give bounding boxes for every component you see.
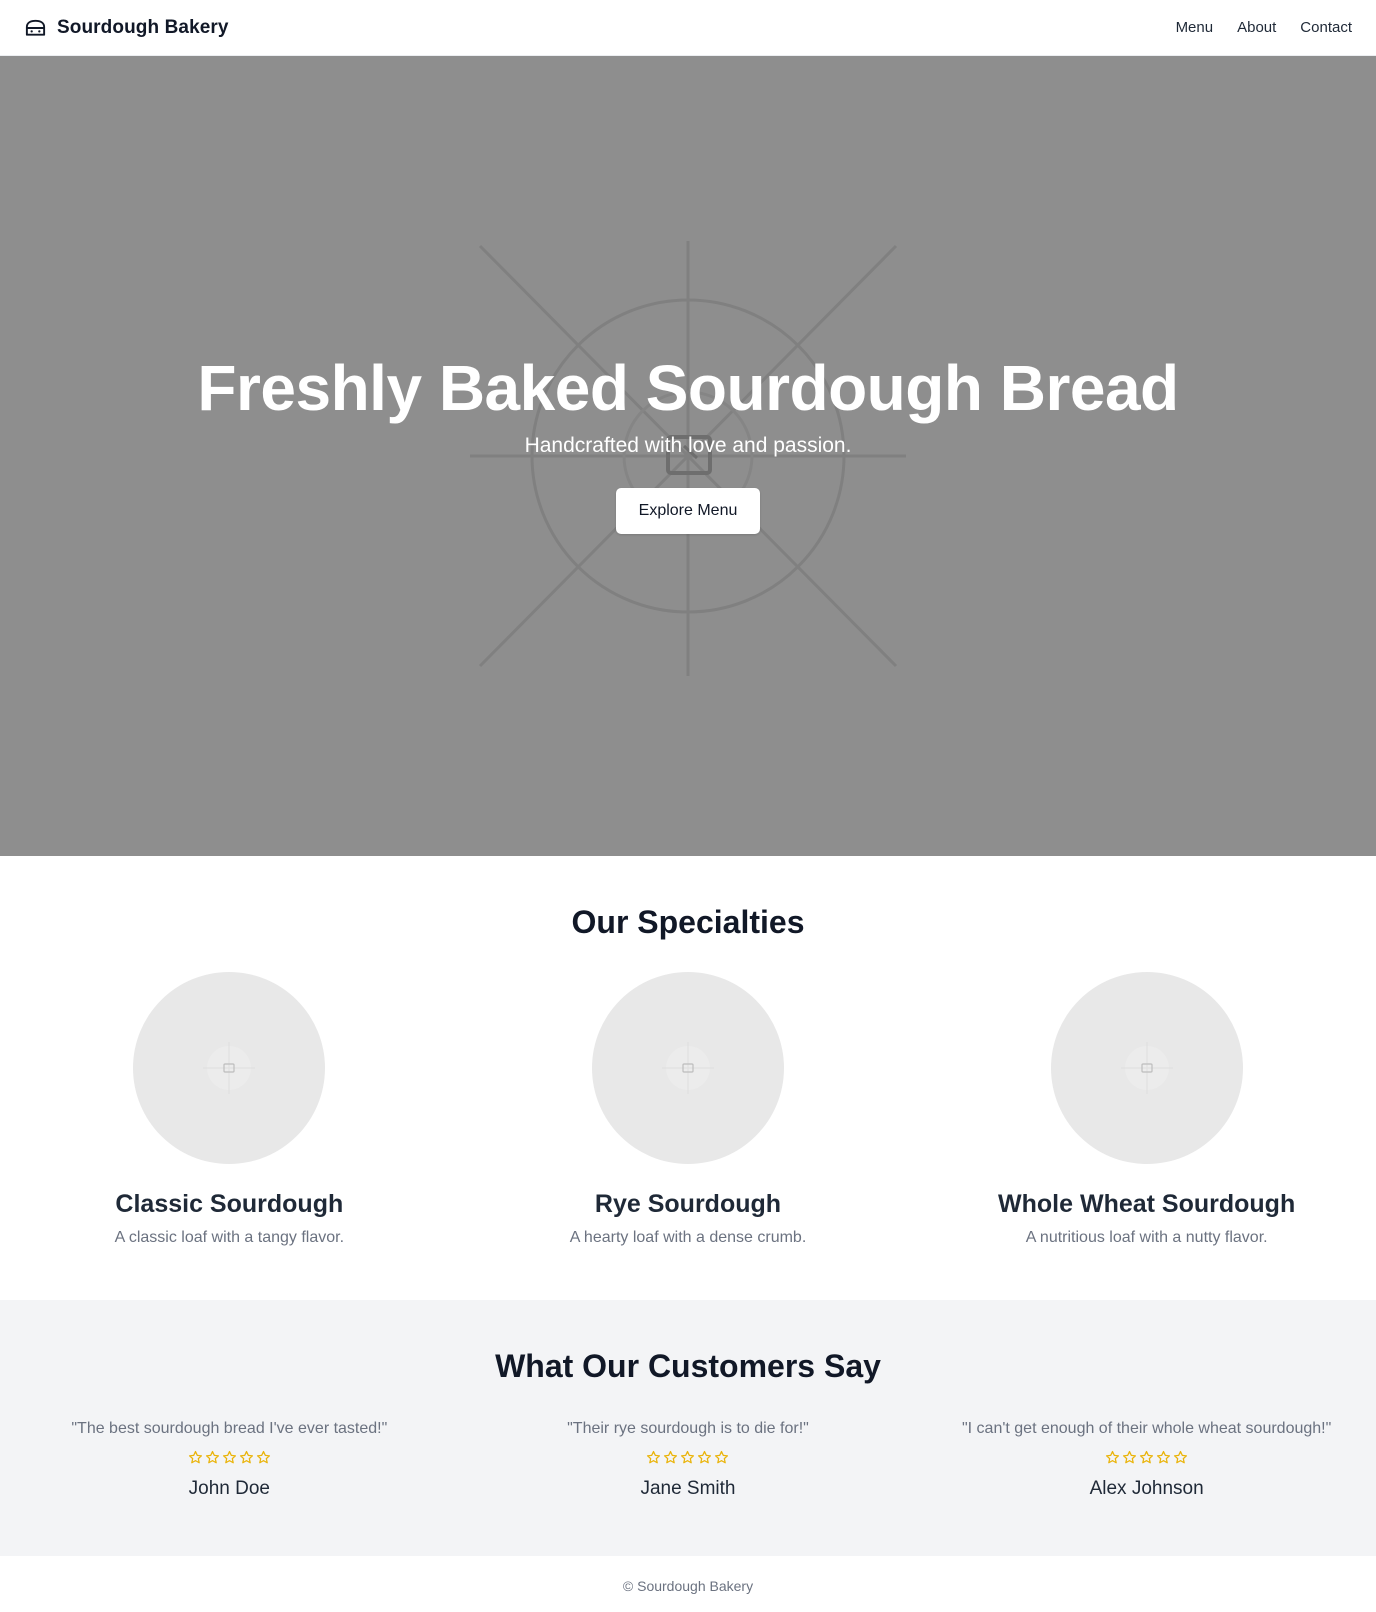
star-icon <box>698 1450 712 1464</box>
specialty-card: Rye Sourdough A hearty loaf with a dense… <box>459 972 918 1247</box>
specialty-image <box>591 972 784 1164</box>
site-header: Sourdough Bakery Menu About Contact <box>0 0 1376 56</box>
specialty-description: A classic loaf with a tangy flavor. <box>114 1229 345 1246</box>
specialty-card: Whole Wheat Sourdough A nutritious loaf … <box>917 972 1376 1247</box>
star-icon <box>188 1450 202 1464</box>
star-icon <box>1123 1450 1137 1464</box>
hero-content: Freshly Baked Sourdough Bread Handcrafte… <box>0 352 1376 534</box>
star-icon <box>1174 1450 1188 1464</box>
star-icon <box>256 1450 270 1464</box>
testimonials-section: What Our Customers Say "The best sourdou… <box>0 1300 1376 1556</box>
star-icon <box>681 1450 695 1464</box>
testimonials-title: What Our Customers Say <box>495 1348 881 1384</box>
testimonial-author: Jane Smith <box>640 1478 736 1499</box>
brand-name: Sourdough Bakery <box>57 16 229 38</box>
testimonial-author: John Doe <box>188 1478 270 1499</box>
specialty-description: A hearty loaf with a dense crumb. <box>569 1229 807 1246</box>
star-icon <box>1157 1450 1171 1464</box>
hero-title: Freshly Baked Sourdough Bread <box>197 352 1179 424</box>
bread-icon <box>25 19 46 36</box>
specialty-card: Classic Sourdough A classic loaf with a … <box>0 972 459 1247</box>
site-footer: © Sourdough Bakery <box>0 1556 1376 1612</box>
footer-copyright: © Sourdough Bakery <box>622 1578 754 1594</box>
nav-menu-link[interactable]: Menu <box>1176 19 1214 36</box>
testimonial-card: "I can't get enough of their whole wheat… <box>917 1420 1376 1500</box>
star-rating <box>0 1450 459 1468</box>
star-icon <box>222 1450 236 1464</box>
image-placeholder-icon <box>661 1042 714 1094</box>
star-icon <box>1140 1450 1154 1464</box>
star-icon <box>205 1450 219 1464</box>
hero-subtitle: Handcrafted with love and passion. <box>524 433 852 457</box>
testimonial-quote: "I can't get enough of their whole wheat… <box>961 1420 1332 1437</box>
nav-about-link[interactable]: About <box>1237 19 1276 36</box>
testimonials-grid: "The best sourdough bread I've ever tast… <box>0 1420 1376 1500</box>
star-icon <box>239 1450 253 1464</box>
specialty-description: A nutritious loaf with a nutty flavor. <box>1025 1229 1268 1246</box>
specialty-name: Classic Sourdough <box>115 1190 344 1218</box>
testimonial-quote: "The best sourdough bread I've ever tast… <box>71 1420 388 1437</box>
specialties-section: Our Specialties Classic Sourdough A clas… <box>0 856 1376 1300</box>
nav-contact-link[interactable]: Contact <box>1300 19 1352 36</box>
star-rating <box>917 1450 1376 1468</box>
testimonial-card: "The best sourdough bread I've ever tast… <box>0 1420 459 1500</box>
specialties-title: Our Specialties <box>571 904 805 940</box>
star-rating <box>459 1450 918 1468</box>
main-nav: Menu About Contact <box>1176 19 1352 36</box>
explore-menu-button[interactable]: Explore Menu <box>615 487 761 534</box>
star-icon <box>1106 1450 1120 1464</box>
testimonial-author: Alex Johnson <box>1089 1478 1204 1499</box>
specialty-image <box>1050 972 1243 1164</box>
brand[interactable]: Sourdough Bakery <box>24 17 229 39</box>
image-placeholder-icon <box>1120 1042 1173 1094</box>
star-icon <box>664 1450 678 1464</box>
specialty-name: Whole Wheat Sourdough <box>998 1190 1296 1218</box>
image-placeholder-icon <box>203 1042 256 1094</box>
testimonial-card: "Their rye sourdough is to die for!" Jan… <box>459 1420 918 1500</box>
star-icon <box>647 1450 661 1464</box>
specialty-name: Rye Sourdough <box>594 1190 782 1218</box>
testimonial-quote: "Their rye sourdough is to die for!" <box>567 1420 809 1437</box>
star-icon <box>715 1450 729 1464</box>
specialties-grid: Classic Sourdough A classic loaf with a … <box>0 972 1376 1247</box>
specialty-image <box>133 972 326 1164</box>
hero-section: Freshly Baked Sourdough Bread Handcrafte… <box>0 56 1376 856</box>
